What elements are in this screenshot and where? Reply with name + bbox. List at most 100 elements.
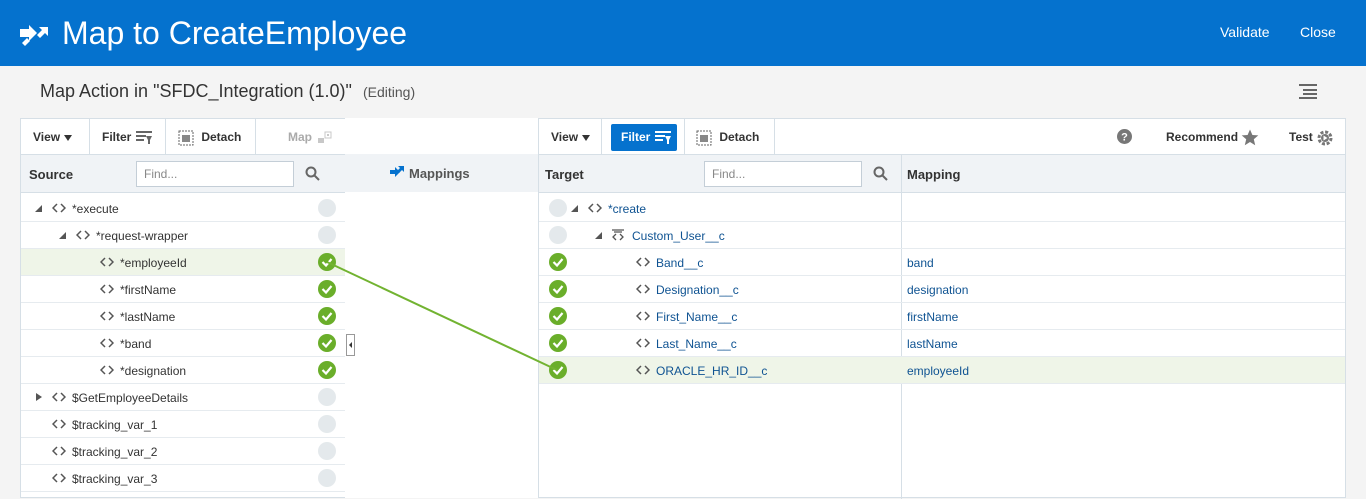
detach-icon (696, 130, 712, 146)
source-node-label: $tracking_var_2 (72, 445, 158, 459)
filter-label: Filter (102, 130, 132, 144)
mappings-panel: Mappings (345, 118, 538, 498)
hamburger-menu-icon[interactable] (1299, 83, 1317, 99)
mapping-column-label: Mapping (907, 167, 961, 182)
target-search-input[interactable] (704, 161, 862, 187)
collapsed-triangle-icon[interactable] (35, 392, 43, 402)
test-label: Test (1289, 130, 1313, 144)
mapping-value[interactable]: band (907, 256, 934, 270)
source-row-designation[interactable]: *designation (21, 357, 345, 384)
mapping-value[interactable]: firstName (907, 310, 958, 324)
target-row-band[interactable]: Band__c band (539, 249, 1345, 276)
star-icon (1242, 129, 1259, 146)
source-header: Source (21, 155, 345, 193)
element-icon (100, 338, 114, 348)
unmapped-status-icon (318, 442, 336, 460)
check-circle-icon (318, 361, 336, 379)
close-button[interactable]: Close (1300, 24, 1336, 40)
element-icon (100, 284, 114, 294)
validate-button[interactable]: Validate (1220, 24, 1270, 40)
help-icon[interactable]: ? (1117, 129, 1132, 144)
source-node-label: $GetEmployeeDetails (72, 391, 189, 405)
target-node-label: Designation__c (656, 283, 739, 297)
sub-header: Map Action in "SFDC_Integration (1.0)" (… (0, 66, 1366, 118)
target-row-designation[interactable]: Designation__c designation (539, 276, 1345, 303)
source-map-button[interactable]: Map (278, 119, 333, 155)
target-row-first-name[interactable]: First_Name__c firstName (539, 303, 1345, 330)
svg-text:?: ? (1121, 132, 1128, 144)
gear-play-icon (1317, 130, 1333, 146)
target-node-label: First_Name__c (656, 310, 738, 324)
element-icon (636, 365, 650, 375)
unmapped-status-icon (318, 199, 336, 217)
mapping-value[interactable]: employeeId (907, 364, 969, 378)
source-row-tracking-var-2[interactable]: $tracking_var_2 (21, 438, 345, 465)
search-icon[interactable] (873, 166, 888, 181)
map-action-title: Map Action in "SFDC_Integration (1.0)" (40, 81, 352, 101)
source-row-getemployeedetails[interactable]: $GetEmployeeDetails (21, 384, 345, 411)
target-row-last-name[interactable]: Last_Name__c lastName (539, 330, 1345, 357)
target-detach-button[interactable]: Detach (686, 119, 759, 155)
mappings-header: Mappings (345, 154, 538, 192)
mapping-value[interactable]: lastName (907, 337, 958, 351)
check-circle-icon (549, 307, 567, 325)
target-row-custom-user[interactable]: Custom_User__c (539, 222, 1345, 249)
map-icon (20, 25, 48, 46)
target-row-oracle-hr-id[interactable]: ORACLE_HR_ID__c employeeId (539, 357, 1345, 384)
editing-status: (Editing) (363, 84, 416, 100)
source-row-tracking-var-1[interactable]: $tracking_var_1 (21, 411, 345, 438)
mapping-value[interactable]: designation (907, 283, 968, 297)
expanded-triangle-icon[interactable] (59, 230, 67, 240)
search-icon[interactable] (305, 166, 320, 181)
element-icon (52, 392, 66, 402)
source-node-label: $tracking_var_3 (72, 472, 158, 486)
recommend-button[interactable]: Recommend (1156, 119, 1259, 155)
recommend-label: Recommend (1166, 130, 1239, 144)
source-toolbar: View Filter Detach Map (21, 119, 345, 155)
expanded-triangle-icon[interactable] (35, 203, 43, 213)
element-icon (636, 338, 650, 348)
unmapped-status-icon (318, 388, 336, 406)
collapse-panel-handle[interactable] (346, 334, 355, 356)
view-label: View (551, 130, 579, 144)
expanded-triangle-icon[interactable] (571, 203, 579, 213)
source-search-input[interactable] (136, 161, 294, 187)
element-icon (52, 446, 66, 456)
source-detach-button[interactable]: Detach (168, 119, 241, 155)
unmapped-status-icon (318, 469, 336, 487)
source-row-tracking-var-3[interactable]: $tracking_var_3 (21, 465, 345, 492)
target-node-label: *create (608, 202, 647, 216)
mappings-icon (390, 166, 404, 177)
source-row-band[interactable]: *band (21, 330, 345, 357)
map-add-icon (318, 131, 332, 143)
target-header: Target Mapping (539, 155, 1345, 193)
source-filter-button[interactable]: Filter (92, 119, 153, 155)
source-view-menu[interactable]: View (23, 119, 73, 155)
source-row-employeeid[interactable]: *employeeId (21, 249, 345, 276)
page-title: Map to CreateEmployee (62, 15, 408, 51)
target-filter-button[interactable]: Filter (611, 124, 677, 151)
check-circle-icon (549, 361, 567, 379)
target-view-menu[interactable]: View (541, 119, 591, 155)
filter-icon (135, 130, 152, 144)
source-row-firstname[interactable]: *firstName (21, 276, 345, 303)
target-node-label: Custom_User__c (632, 229, 725, 243)
element-icon (76, 230, 90, 240)
source-node-label: *employeeId (120, 256, 187, 270)
source-column-label: Source (29, 167, 74, 182)
element-icon (636, 257, 650, 267)
target-node-label: Band__c (656, 256, 704, 270)
chevron-left-icon (349, 342, 352, 348)
source-row-execute[interactable]: *execute (21, 195, 345, 222)
target-node-label: ORACLE_HR_ID__c (656, 364, 768, 378)
mappings-label: Mappings (409, 166, 470, 181)
source-row-lastname[interactable]: *lastName (21, 303, 345, 330)
test-button[interactable]: Test (1279, 119, 1334, 155)
target-row-create[interactable]: *create (539, 195, 1345, 222)
element-icon (52, 203, 66, 213)
expanded-triangle-icon[interactable] (595, 230, 603, 240)
source-row-request-wrapper[interactable]: *request-wrapper (21, 222, 345, 249)
element-icon (100, 365, 114, 375)
element-icon (100, 257, 114, 267)
title-bar: Map to CreateEmployee Validate Close (0, 0, 1366, 66)
